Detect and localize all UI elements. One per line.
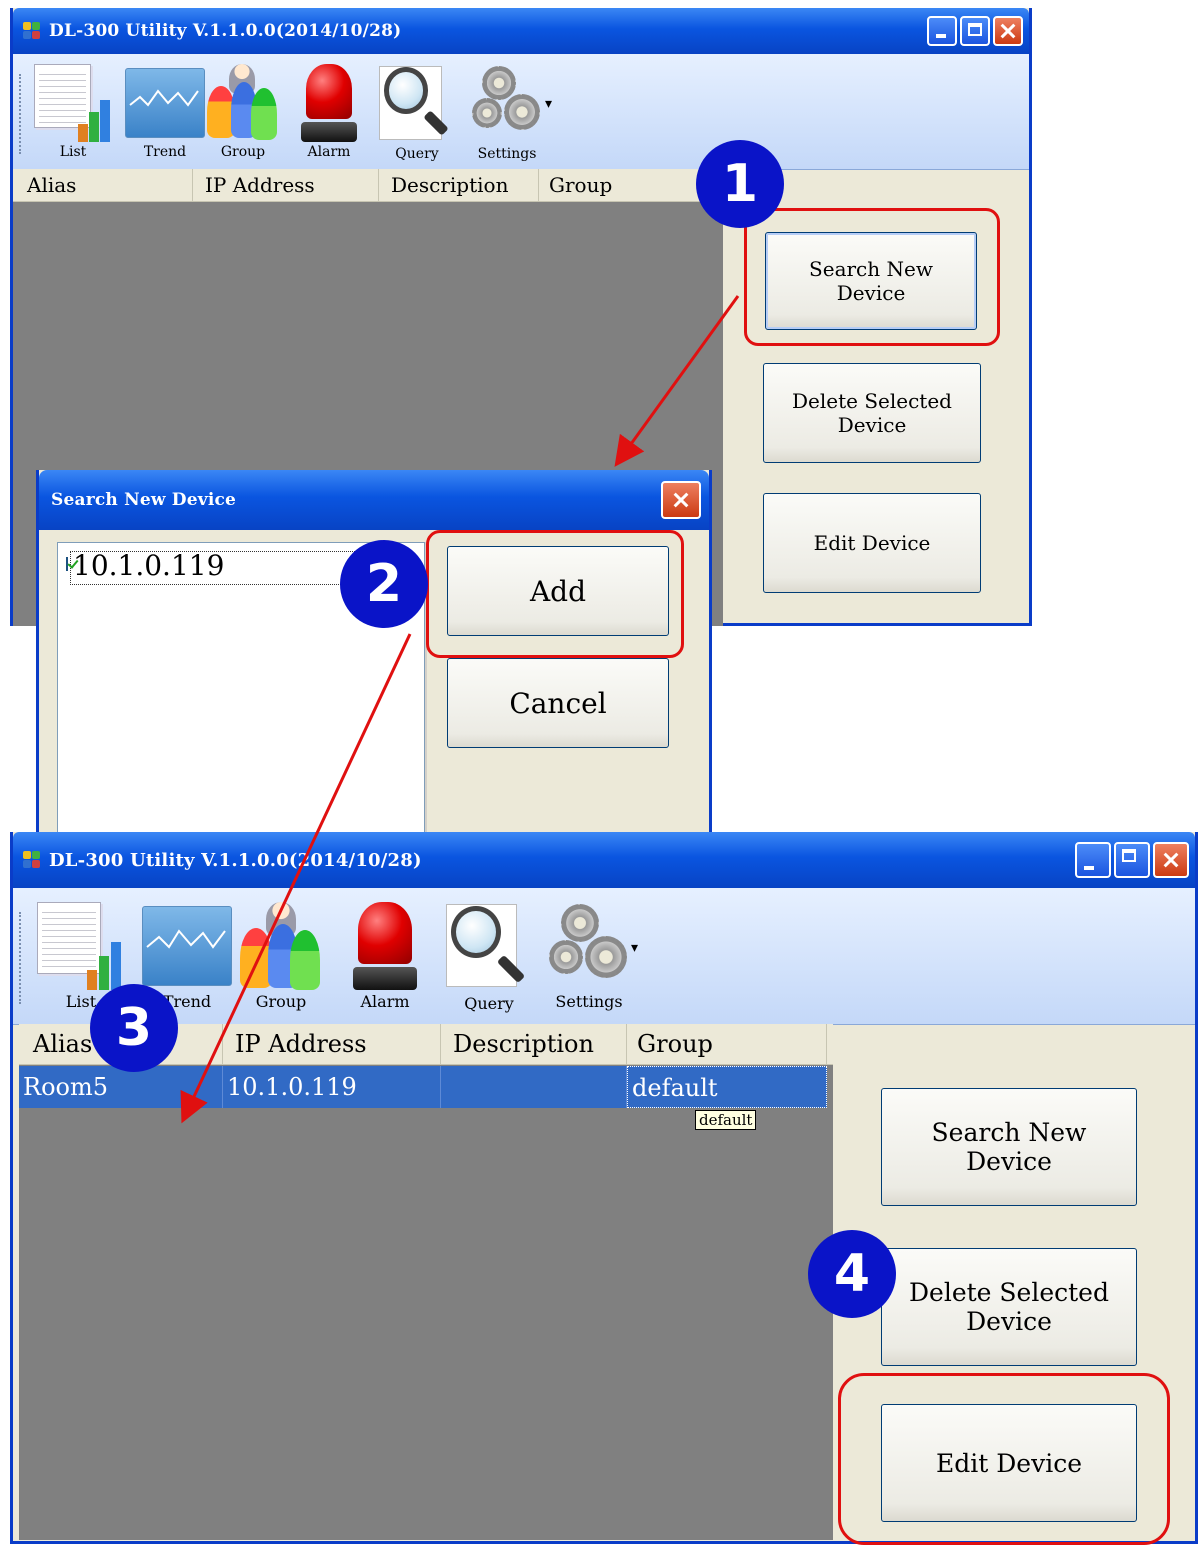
toolbar-group-button[interactable]: Group — [203, 64, 283, 160]
toolbar-label: Query — [395, 146, 439, 162]
search-new-device-button[interactable]: Search New Device — [881, 1088, 1137, 1206]
highlight-add-button — [426, 530, 684, 658]
alarm-icon — [350, 902, 420, 990]
column-ip-address[interactable]: IP Address — [223, 1024, 441, 1064]
table-row[interactable]: Room5 10.1.0.119 default — [19, 1066, 827, 1108]
dialog-close-button[interactable] — [661, 481, 701, 519]
result-window-titlebar[interactable]: DL-300 Utility V.1.1.0.0(2014/10/28) — [13, 832, 1195, 888]
highlight-search-button — [744, 208, 1000, 346]
step-badge-4: 4 — [808, 1230, 896, 1318]
column-description[interactable]: Description — [379, 169, 539, 201]
group-tooltip: default — [695, 1110, 757, 1130]
alarm-icon — [299, 64, 359, 142]
main-window-titlebar[interactable]: DL-300 Utility V.1.1.0.0(2014/10/28) — [13, 8, 1029, 54]
toolbar-query-button[interactable]: Query — [375, 64, 459, 162]
list-icon — [37, 902, 125, 990]
highlight-edit-device-button — [838, 1373, 1170, 1545]
minimize-button[interactable] — [1075, 842, 1111, 878]
column-description[interactable]: Description — [441, 1024, 627, 1064]
toolbar-label: Trend — [143, 144, 187, 160]
column-group[interactable]: Group — [627, 1024, 827, 1064]
app-icon — [23, 22, 41, 40]
settings-icon — [472, 64, 542, 144]
cancel-button[interactable]: Cancel — [447, 658, 669, 748]
list-header: Alias IP Address Description Group — [13, 169, 723, 202]
window-title: DL-300 Utility V.1.1.0.0(2014/10/28) — [49, 849, 422, 871]
toolbar-alarm-button[interactable]: Alarm — [343, 902, 427, 1011]
delete-selected-device-button[interactable]: Delete Selected Device — [881, 1248, 1137, 1366]
toolbar: List Trend Group Alarm Query Settings ▾ — [13, 888, 1195, 1025]
toolbar-list-button[interactable]: List — [27, 64, 119, 160]
step-badge-1: 1 — [696, 140, 784, 228]
column-ip-address[interactable]: IP Address — [193, 169, 379, 201]
trend-icon — [142, 906, 232, 986]
toolbar-label: Query — [464, 994, 514, 1013]
cell-alias: Room5 — [19, 1066, 223, 1108]
cell-ip-address: 10.1.0.119 — [223, 1066, 441, 1108]
toolbar-grip[interactable] — [19, 74, 23, 154]
toolbar-label: List — [59, 144, 87, 160]
toolbar-group-button[interactable]: Group — [235, 902, 327, 1011]
toolbar-query-button[interactable]: Query — [441, 902, 537, 1013]
maximize-button[interactable] — [1114, 842, 1150, 878]
delete-selected-device-button[interactable]: Delete Selected Device — [763, 363, 981, 463]
toolbar-settings-button[interactable]: Settings — [465, 64, 549, 162]
toolbar-trend-button[interactable]: Trend — [121, 64, 209, 160]
cell-group[interactable]: default — [627, 1066, 827, 1108]
query-icon — [379, 64, 455, 144]
query-icon — [446, 902, 532, 992]
device-list[interactable]: Alias IP Address Description Group Room5… — [19, 1024, 833, 1540]
edit-device-button[interactable]: Edit Device — [763, 493, 981, 593]
app-icon — [23, 851, 41, 869]
list-icon — [34, 64, 112, 142]
step-badge-2: 2 — [340, 540, 428, 628]
window-title: DL-300 Utility V.1.1.0.0(2014/10/28) — [49, 21, 402, 41]
toolbar: List Trend Group Alarm Query Settings ▾ — [13, 54, 1029, 170]
toolbar-label: Alarm — [360, 992, 410, 1011]
toolbar-label: Settings — [477, 146, 537, 162]
cell-description — [441, 1066, 627, 1108]
toolbar-alarm-button[interactable]: Alarm — [293, 64, 365, 160]
toolbar-label: Group — [220, 144, 266, 160]
toolbar-dropdown-caret[interactable]: ▾ — [545, 96, 552, 112]
dialog-title: Search New Device — [51, 490, 237, 510]
column-alias[interactable]: Alias — [13, 169, 193, 201]
trend-icon — [125, 68, 205, 138]
toolbar-label: Alarm — [307, 144, 351, 160]
device-checkbox[interactable] — [66, 557, 68, 571]
toolbar-label: Group — [255, 992, 307, 1011]
close-button[interactable] — [993, 16, 1023, 46]
close-button[interactable] — [1153, 842, 1189, 878]
group-icon — [240, 902, 322, 990]
group-icon — [207, 64, 279, 142]
dialog-titlebar[interactable]: Search New Device — [39, 470, 709, 530]
toolbar-settings-button[interactable]: Settings — [541, 902, 637, 1011]
toolbar-label: Settings — [555, 992, 623, 1011]
minimize-button[interactable] — [927, 16, 957, 46]
settings-icon — [549, 902, 629, 990]
maximize-button[interactable] — [960, 16, 990, 46]
toolbar-grip[interactable] — [19, 912, 23, 1004]
step-badge-3: 3 — [90, 984, 178, 1072]
toolbar-dropdown-caret[interactable]: ▾ — [631, 940, 638, 956]
